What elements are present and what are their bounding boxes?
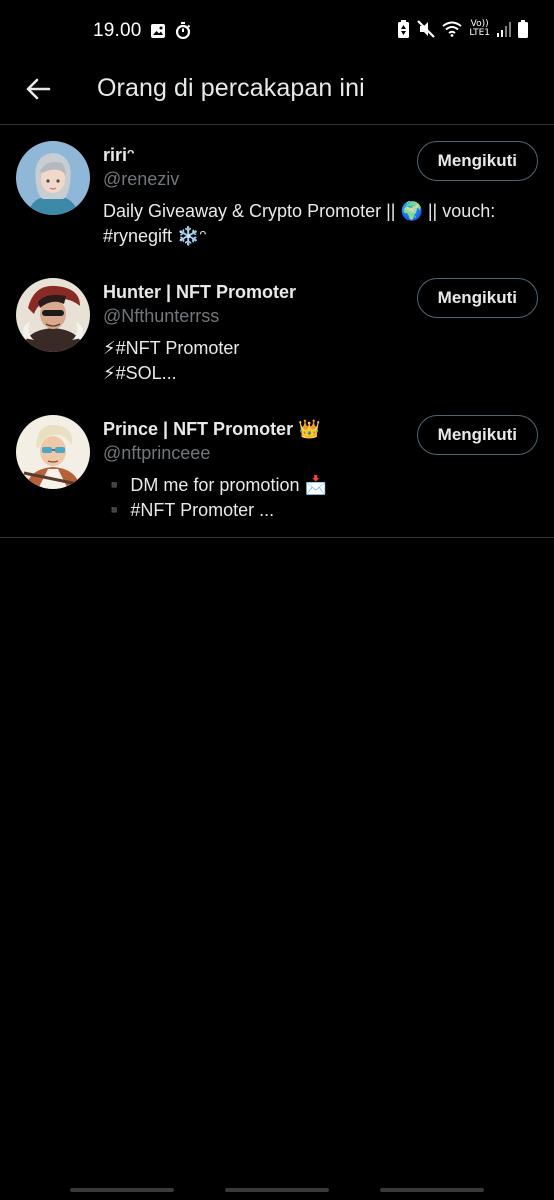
- bio-line: ⚡#SOL...: [103, 363, 177, 383]
- user-bio: ▪️ DM me for promotion 📩 ▪️ #NFT Promote…: [103, 473, 538, 523]
- user-list: ririᵔ @reneziv Daily Giveaway & Crypto P…: [0, 125, 554, 538]
- avatar[interactable]: [16, 141, 90, 215]
- page-title: Orang di percakapan ini: [97, 74, 365, 102]
- nav-back-handle[interactable]: [380, 1188, 484, 1192]
- nav-recents-handle[interactable]: [70, 1188, 174, 1192]
- status-left-icons: [150, 22, 191, 39]
- system-nav-bar: [0, 1188, 554, 1192]
- user-row-nfthunterrss[interactable]: Hunter | NFT Promoter @Nfthunterrss ⚡#NF…: [0, 262, 554, 399]
- signal-icon: [497, 21, 511, 37]
- battery-icon: [518, 20, 528, 38]
- following-button[interactable]: Mengikuti: [416, 278, 538, 318]
- back-button[interactable]: [20, 71, 56, 107]
- user-row-nftprinceee[interactable]: Prince | NFT Promoter 👑 @nftprinceee ▪️ …: [0, 399, 554, 523]
- user-bio: Daily Giveaway & Crypto Promoter || 🌍 ||…: [103, 199, 538, 249]
- nav-home-handle[interactable]: [225, 1188, 329, 1192]
- following-button[interactable]: Mengikuti: [416, 141, 538, 181]
- status-bar: 19.00 Vo)) LTE1: [0, 0, 554, 62]
- network-label-bottom: LTE1: [469, 28, 490, 38]
- top-app-bar: Orang di percakapan ini: [0, 62, 554, 125]
- bio-line: ⚡#NFT Promoter: [103, 338, 240, 358]
- mute-icon: [417, 20, 436, 38]
- gallery-icon: [150, 23, 166, 39]
- battery-saver-icon: [397, 20, 410, 38]
- wifi-icon: [442, 21, 462, 37]
- status-time: 19.00: [93, 20, 142, 41]
- bio-line: Daily Giveaway & Crypto Promoter || 🌍 ||…: [103, 201, 496, 221]
- status-right-icons: Vo)) LTE1: [397, 20, 528, 38]
- arrow-left-icon: [26, 78, 51, 100]
- bio-line: #rynegift ❄️ᵔ: [103, 226, 207, 246]
- bio-line: ▪️ #NFT Promoter ...: [103, 500, 275, 520]
- network-label: Vo)) LTE1: [469, 20, 490, 38]
- following-button[interactable]: Mengikuti: [416, 415, 538, 455]
- avatar[interactable]: [16, 278, 90, 352]
- avatar[interactable]: [16, 415, 90, 489]
- stopwatch-icon: [175, 22, 191, 39]
- user-bio: ⚡#NFT Promoter ⚡#SOL...: [103, 336, 538, 386]
- user-row-reneziv[interactable]: ririᵔ @reneziv Daily Giveaway & Crypto P…: [0, 125, 554, 262]
- bio-line: ▪️ DM me for promotion 📩: [103, 475, 327, 495]
